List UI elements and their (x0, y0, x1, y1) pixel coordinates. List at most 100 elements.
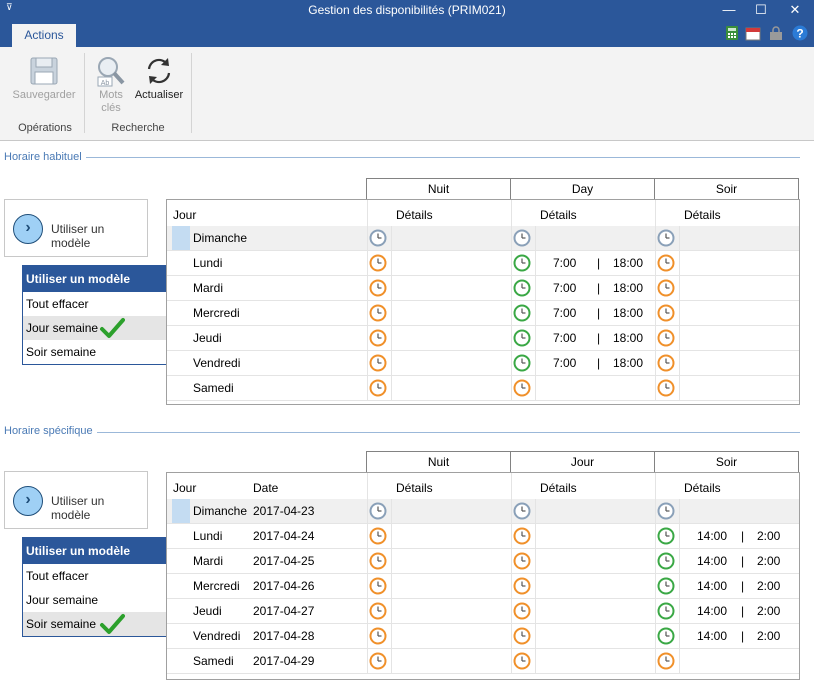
column-separator (655, 524, 656, 548)
model-menu-item[interactable]: Jour semaine (23, 316, 175, 340)
clock-icon[interactable] (657, 229, 675, 247)
clock-icon[interactable] (369, 627, 387, 645)
clock-icon[interactable] (369, 577, 387, 595)
clock-icon[interactable] (513, 552, 531, 570)
clock-icon[interactable] (513, 502, 531, 520)
table-row[interactable]: Lundi 2017-04-24 14:00 | 2:00 (167, 524, 799, 549)
table-row[interactable]: Samedi (167, 376, 799, 401)
clock-icon[interactable] (513, 527, 531, 545)
column-separator (655, 649, 656, 673)
clock-icon[interactable] (657, 304, 675, 322)
column-separator (535, 599, 536, 623)
clock-icon[interactable] (657, 502, 675, 520)
refresh-button[interactable]: Actualiser (132, 55, 186, 102)
clock-icon[interactable] (513, 627, 531, 645)
minimize-button[interactable]: — (714, 0, 744, 22)
table-row[interactable]: Vendredi 7:00 | 18:00 (167, 351, 799, 376)
clock-icon[interactable] (657, 379, 675, 397)
clock-icon[interactable] (657, 329, 675, 347)
clock-icon[interactable] (513, 379, 531, 397)
maximize-button[interactable]: ☐ (746, 0, 776, 22)
clock-icon[interactable] (513, 354, 531, 372)
column-separator (511, 599, 512, 623)
clock-icon[interactable] (513, 652, 531, 670)
column-separator (367, 326, 368, 350)
clock-icon[interactable] (369, 354, 387, 372)
clock-icon[interactable] (513, 329, 531, 347)
model-menu-item[interactable]: Soir semaine (23, 612, 175, 636)
clock-icon[interactable] (657, 627, 675, 645)
model-menu-item[interactable]: Tout effacer (23, 564, 175, 588)
clock-icon[interactable] (369, 602, 387, 620)
clock-icon[interactable] (657, 279, 675, 297)
clock-icon[interactable] (369, 652, 387, 670)
help-icon[interactable]: ? (792, 25, 808, 41)
column-separator (535, 301, 536, 325)
end-time-cell: 18:00 (613, 281, 644, 295)
table-row[interactable]: Mardi 7:00 | 18:00 (167, 276, 799, 301)
clock-icon[interactable] (513, 279, 531, 297)
clock-icon[interactable] (369, 527, 387, 545)
clock-icon[interactable] (369, 552, 387, 570)
column-separator (655, 251, 656, 275)
table-row[interactable]: Samedi 2017-04-29 (167, 649, 799, 674)
floppy-disk-icon (30, 57, 58, 85)
table-row[interactable]: Mercredi 7:00 | 18:00 (167, 301, 799, 326)
keywords-button[interactable]: Ab Mots clés (90, 55, 132, 115)
clock-icon[interactable] (657, 652, 675, 670)
use-model-button[interactable]: › Utiliser un modèle (4, 471, 148, 529)
table-row[interactable]: Vendredi 2017-04-28 14:00 | 2:00 (167, 624, 799, 649)
model-menu-item[interactable]: Jour semaine (23, 588, 175, 612)
table-row[interactable]: Mardi 2017-04-25 14:00 | 2:00 (167, 549, 799, 574)
clock-icon[interactable] (369, 379, 387, 397)
clock-icon[interactable] (369, 229, 387, 247)
column-separator (535, 226, 536, 250)
end-time-cell: 2:00 (757, 604, 781, 618)
clock-icon[interactable] (513, 304, 531, 322)
table-row[interactable]: Dimanche (167, 226, 799, 251)
ribbon: Sauvegarder Ab Mots clés Actualiser Opér… (0, 47, 814, 141)
clock-icon[interactable] (513, 254, 531, 272)
schedule-grid-habituel: Jour Détails Détails Détails Dimanche Lun… (166, 199, 800, 405)
clock-icon[interactable] (657, 577, 675, 595)
start-time-cell: 14:00 (697, 629, 728, 643)
clock-icon[interactable] (369, 254, 387, 272)
date-cell: 2017-04-26 (253, 579, 315, 593)
table-row[interactable]: Jeudi 7:00 | 18:00 (167, 326, 799, 351)
clock-icon[interactable] (657, 254, 675, 272)
clock-icon[interactable] (513, 602, 531, 620)
group-separator (191, 53, 192, 133)
tab-actions[interactable]: Actions (12, 24, 76, 47)
calculator-icon[interactable] (724, 25, 740, 41)
model-menu-item[interactable]: Soir semaine (23, 340, 175, 364)
clock-icon[interactable] (369, 304, 387, 322)
save-button[interactable]: Sauvegarder (8, 55, 80, 102)
clock-icon[interactable] (513, 229, 531, 247)
clock-icon[interactable] (657, 354, 675, 372)
clock-icon[interactable] (369, 279, 387, 297)
close-button[interactable]: ✕ (780, 0, 810, 22)
column-separator (391, 226, 392, 250)
column-separator (511, 276, 512, 300)
section-divider (4, 157, 800, 158)
clock-icon[interactable] (513, 577, 531, 595)
column-separator (679, 524, 680, 548)
clock-icon[interactable] (657, 602, 675, 620)
table-row[interactable]: Mercredi 2017-04-26 14:00 | 2:00 (167, 574, 799, 599)
lock-icon[interactable] (768, 25, 784, 41)
clock-icon[interactable] (369, 329, 387, 347)
day-cell: Vendredi (193, 356, 241, 370)
day-cell: Mercredi (193, 579, 240, 593)
calendar-icon[interactable] (745, 25, 761, 41)
clock-icon[interactable] (657, 552, 675, 570)
table-row[interactable]: Lundi 7:00 | 18:00 (167, 251, 799, 276)
model-menu-item[interactable]: Tout effacer (23, 292, 175, 316)
start-time-cell: 14:00 (697, 529, 728, 543)
title-bar: ⊽ Gestion des disponibilités (PRIM021) —… (0, 0, 814, 22)
clock-icon[interactable] (657, 527, 675, 545)
use-model-button[interactable]: › Utiliser un modèle (4, 199, 148, 257)
table-row[interactable]: Jeudi 2017-04-27 14:00 | 2:00 (167, 599, 799, 624)
clock-icon[interactable] (369, 502, 387, 520)
column-separator (367, 226, 368, 250)
table-row[interactable]: Dimanche 2017-04-23 (167, 499, 799, 524)
